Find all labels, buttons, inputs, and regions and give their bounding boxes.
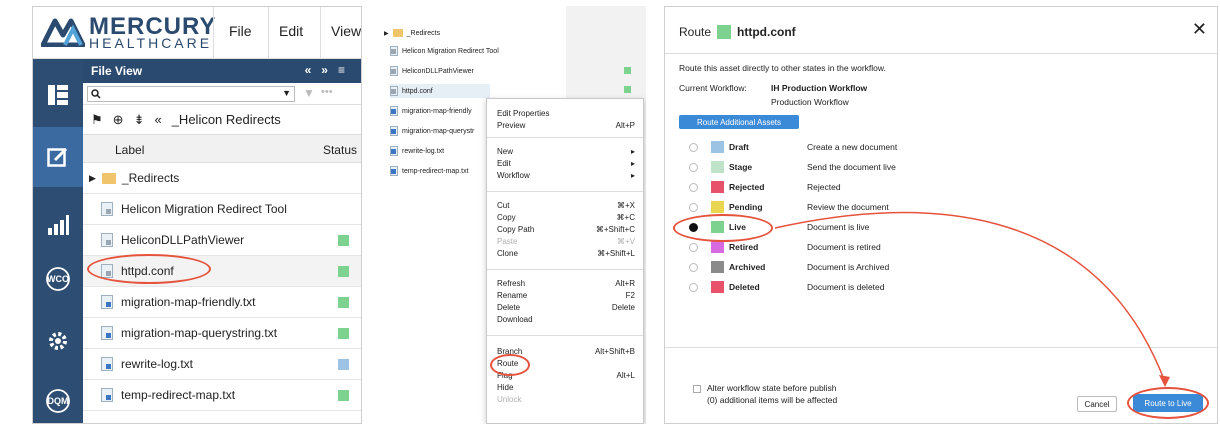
menu-item-clone[interactable]: Clone ⌘+Shift+L (497, 249, 635, 259)
folder-icon (101, 172, 116, 184)
menu-item-paste: Paste ⌘+V (497, 237, 635, 246)
file-icon (101, 388, 113, 402)
label-column[interactable]: Label (115, 143, 144, 157)
file-view-icon[interactable] (33, 65, 83, 125)
column-header: Label Status (83, 135, 361, 163)
file-icon (390, 166, 398, 176)
menu-file[interactable]: File (229, 23, 252, 39)
menu-item-rename[interactable]: Rename F2 (497, 291, 635, 301)
status-badge (338, 296, 349, 308)
file-icon (390, 46, 398, 56)
status-badge (338, 327, 349, 339)
tree-row[interactable]: migration-map-querystring.txt (83, 318, 361, 349)
tree-row[interactable]: Helicon Migration Redirect Tool (83, 194, 361, 225)
route-dialog: Route httpd.conf ✕ Route this asset dire… (664, 6, 1218, 424)
wco-icon[interactable]: WCO (33, 249, 83, 309)
status-badge (338, 234, 349, 246)
menu-item-hide[interactable]: Hide (497, 383, 635, 393)
file-icon (390, 86, 398, 96)
status-badge (624, 86, 631, 93)
menu-item-copy[interactable]: Copy ⌘+C (497, 213, 635, 223)
folder-icon (392, 29, 403, 37)
sidebar: WCO DQM (33, 59, 83, 423)
tree-toolbar: ⚑ ⊕ ⇟ « _Helicon Redirects (83, 105, 361, 135)
back-icon[interactable]: « (154, 112, 161, 127)
edit-icon[interactable] (33, 127, 83, 187)
tree-row-redirects[interactable]: ▶ _Redirects (83, 163, 361, 194)
collapse-left-icon[interactable]: « (305, 63, 322, 77)
menu-item-workflow[interactable]: Workflow ▸ (497, 171, 635, 181)
tree-row[interactable]: rewrite-log.txt (83, 349, 361, 380)
tree-row[interactable]: HeliconDLLPathViewer (83, 225, 361, 256)
file-view-panel: MERCURY HEALTHCARE File Edit View WCO DQ… (32, 6, 362, 424)
menu-edit[interactable]: Edit (279, 23, 303, 39)
file-view-header: File View «»≡ (83, 59, 361, 83)
filter-icon[interactable]: ▼ (303, 86, 315, 100)
file-tree: File View «»≡ ▼ ▼ ••• ⚑ ⊕ ⇟ « _Helicon R… (83, 59, 361, 423)
settings-icon[interactable] (33, 311, 83, 371)
tree-row[interactable]: HeliconDLLPathViewer (390, 64, 474, 78)
file-icon (101, 233, 113, 247)
analytics-icon[interactable] (33, 195, 83, 255)
annotation-circle (490, 354, 530, 376)
search-bar: ▼ ▼ ••• (83, 83, 361, 105)
menu-item-download[interactable]: Download (497, 315, 635, 325)
menu-item-copy-path[interactable]: Copy Path ⌘+Shift+C (497, 225, 635, 235)
menu-item-edit-properties[interactable]: Edit Properties (497, 109, 635, 119)
collapse-all-icon[interactable]: ⇟ (134, 112, 145, 128)
status-badge (338, 265, 349, 277)
search-input[interactable]: ▼ (87, 86, 295, 102)
logo-sub: HEALTHCARE (89, 35, 213, 51)
file-view-title: File View (91, 64, 143, 78)
tree-row[interactable]: Helicon Migration Redirect Tool (390, 44, 499, 58)
file-icon (390, 66, 398, 76)
status-badge (338, 389, 349, 401)
file-icon (390, 106, 398, 116)
expand-arrow-icon[interactable]: ▶ (89, 173, 96, 184)
hamburger-menu-icon[interactable]: ≡ (338, 63, 355, 77)
status-badge (338, 358, 349, 370)
menu-item-delete[interactable]: Delete Delete (497, 303, 635, 313)
logo-mark-icon (41, 18, 85, 47)
dropdown-arrow-icon[interactable]: ▼ (282, 88, 291, 98)
status-badge (624, 67, 631, 74)
file-icon (390, 126, 398, 136)
dqm-label: DQM (47, 396, 69, 406)
tree-row[interactable]: temp-redirect-map.txt (390, 164, 469, 178)
menu-item-edit[interactable]: Edit ▸ (497, 159, 635, 169)
wco-label: WCO (47, 274, 69, 284)
tree-row[interactable]: migration-map-friendly.txt (83, 287, 361, 318)
menu-item-unlock: Unlock (497, 395, 522, 404)
tree-row[interactable]: rewrite-log.txt (390, 144, 444, 158)
menu-item-new[interactable]: New ▸ (497, 147, 635, 157)
tree-row[interactable]: temp-redirect-map.txt (83, 380, 361, 411)
tree-row[interactable]: ▶ _Redirects (384, 26, 440, 40)
mercury-logo: MERCURY HEALTHCARE (41, 13, 215, 53)
expand-right-icon[interactable]: » (321, 63, 338, 77)
tree-row[interactable]: migration-map-querystr (390, 124, 474, 138)
file-icon (101, 295, 113, 309)
menu-item-preview[interactable]: Preview Alt+P (497, 121, 635, 131)
file-icon (101, 357, 113, 371)
search-icon (91, 89, 101, 99)
file-icon (101, 326, 113, 340)
annotation-circle (87, 254, 211, 284)
menu-item-refresh[interactable]: Refresh Alt+R (497, 279, 635, 289)
more-icon[interactable]: ••• (321, 86, 333, 98)
menu-view[interactable]: View (331, 23, 361, 39)
tree-row-httpd[interactable]: httpd.conf (390, 84, 490, 98)
globe-icon[interactable]: ⊕ (113, 112, 124, 128)
app-header: MERCURY HEALTHCARE File Edit View (33, 7, 361, 59)
tree-row[interactable]: migration-map-friendly (390, 104, 472, 118)
context-menu-panel: ▶ _Redirects Helicon Migration Redirect T… (378, 6, 646, 424)
status-column[interactable]: Status (323, 143, 357, 157)
menu-item-cut[interactable]: Cut ⌘+X (497, 201, 635, 211)
file-icon (101, 202, 113, 216)
breadcrumb[interactable]: _Helicon Redirects (172, 112, 281, 127)
flag-icon[interactable]: ⚑ (91, 112, 103, 128)
dqm-icon[interactable]: DQM (33, 371, 83, 423)
file-icon (390, 146, 398, 156)
annotation-arrow-icon (774, 211, 1170, 387)
